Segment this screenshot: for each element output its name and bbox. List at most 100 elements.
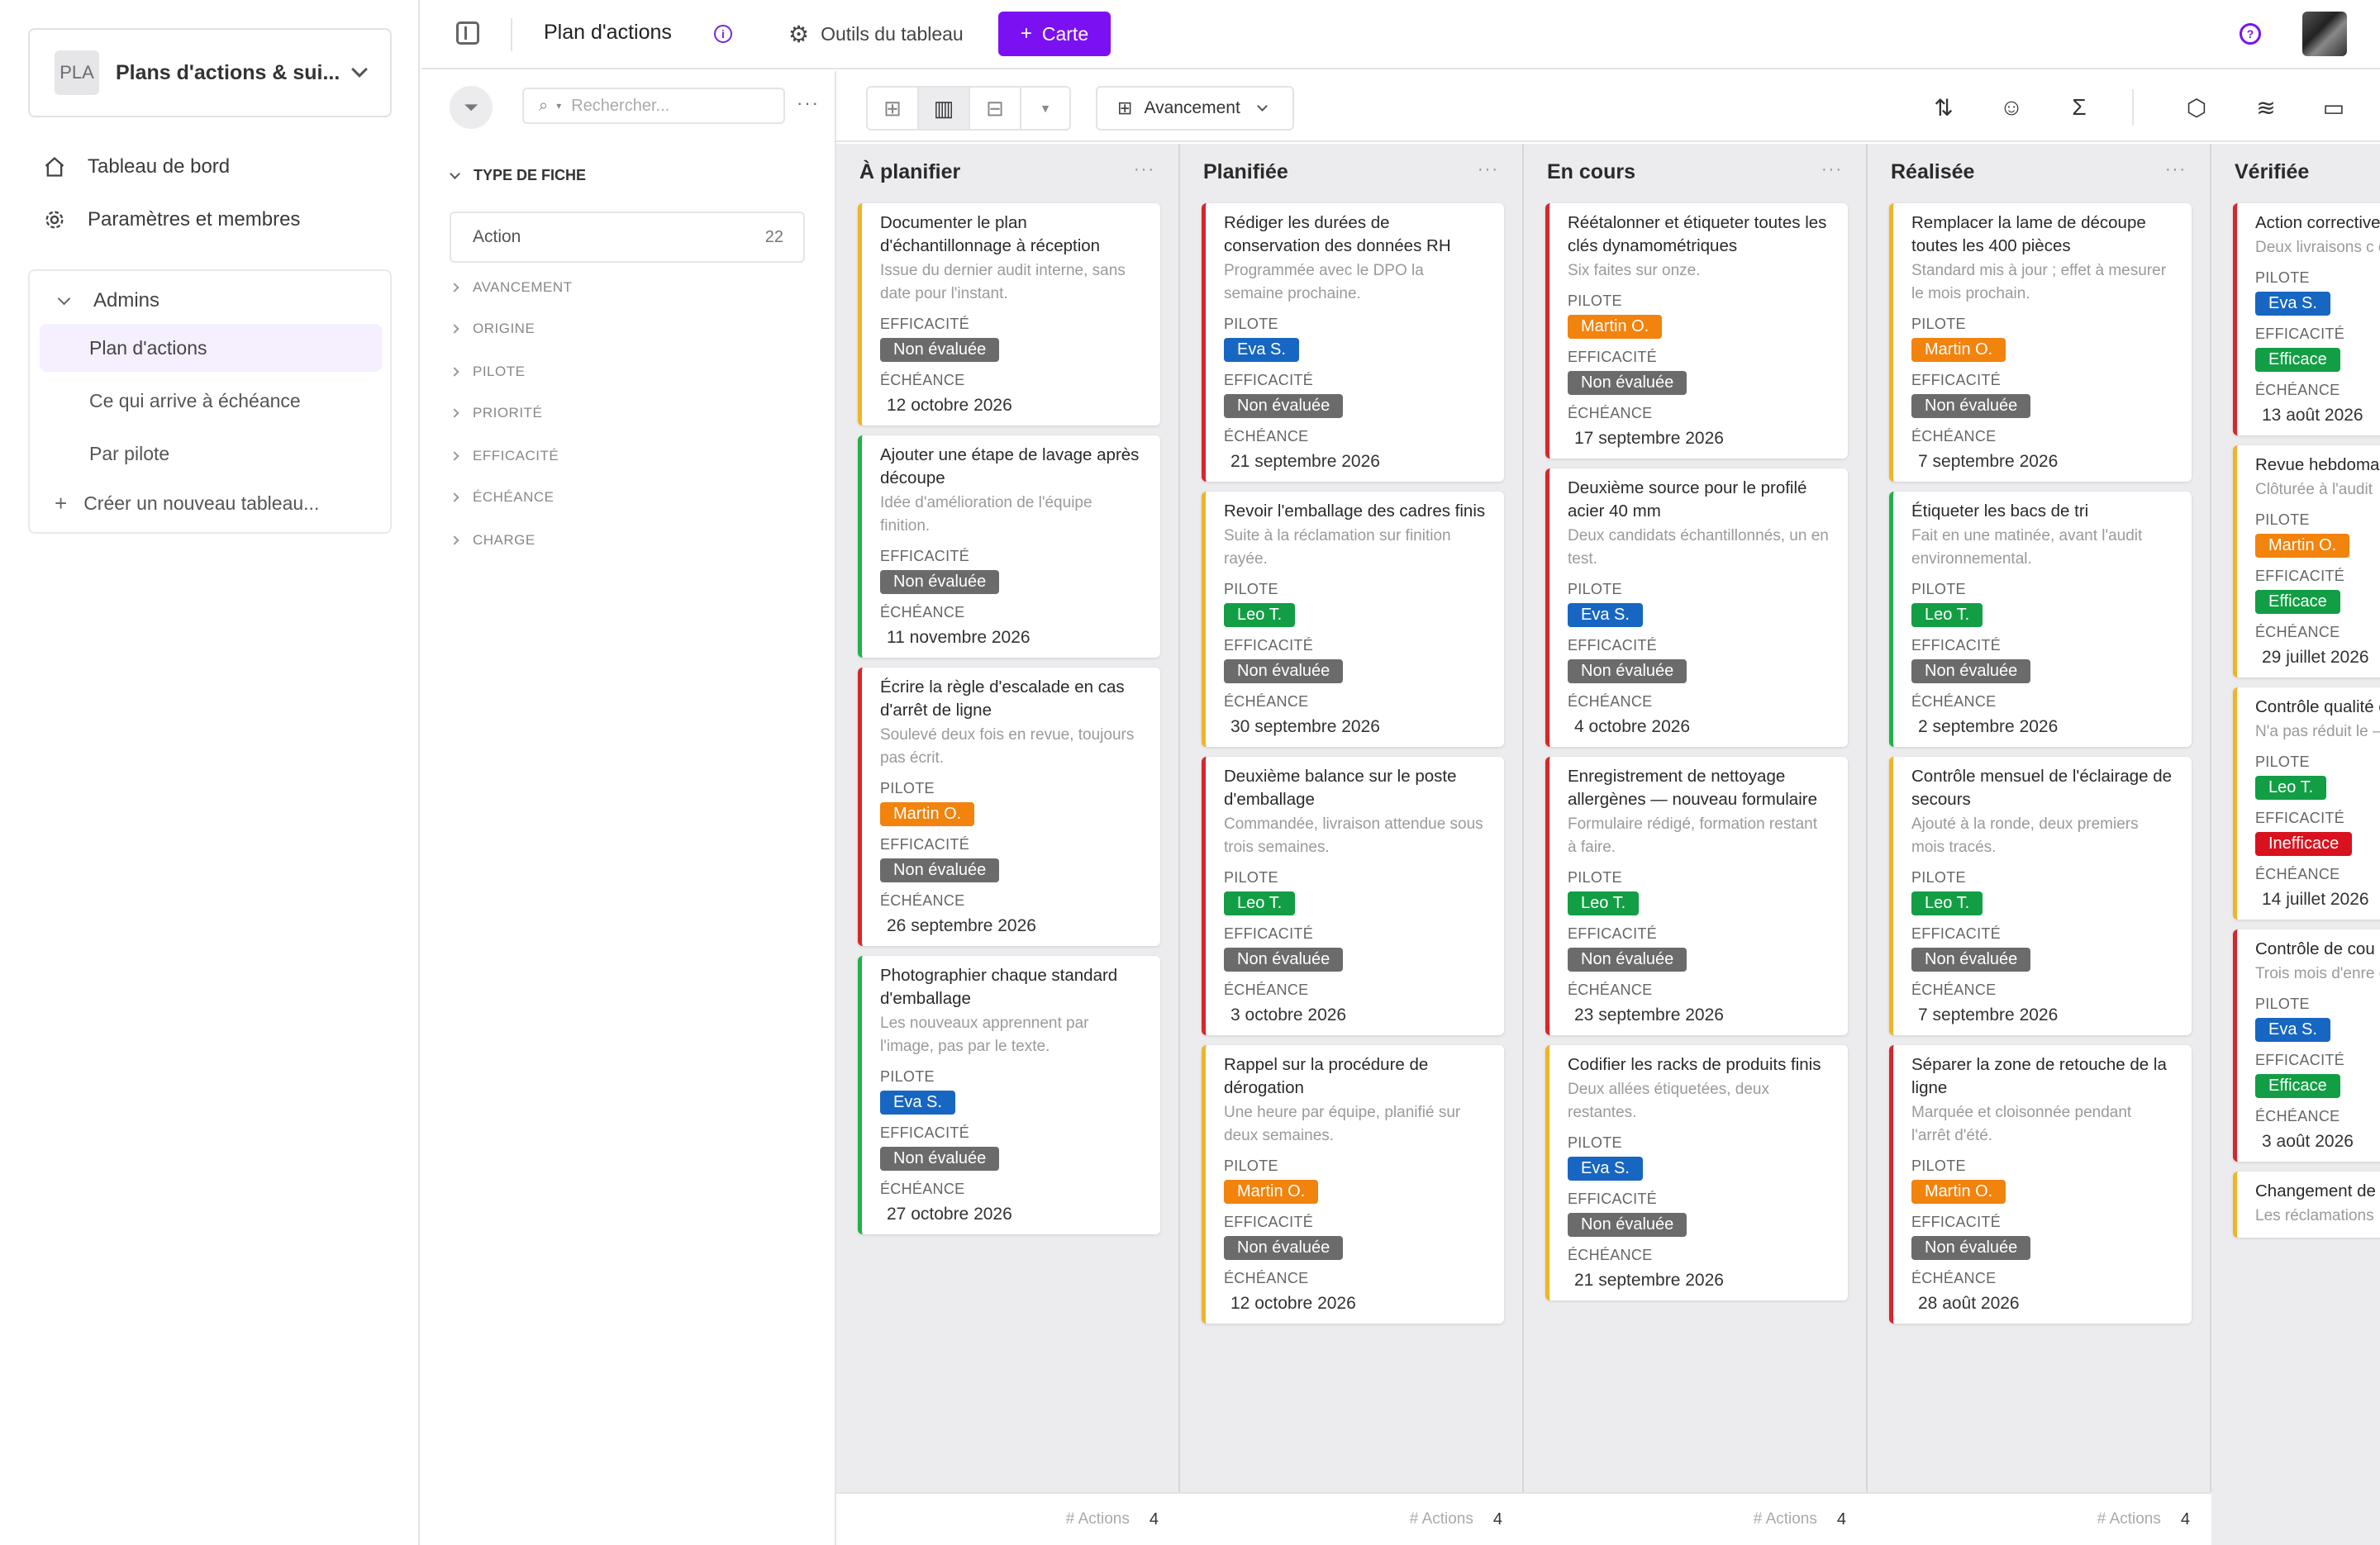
layers-icon[interactable]: ≋ — [2251, 93, 2281, 122]
kanban-card[interactable]: Contrôle qualité en finition N'a pas rédu… — [2233, 687, 2380, 920]
pilot-badge: Eva S. — [1224, 338, 1299, 362]
facet-pilote[interactable]: PILOTE — [450, 364, 525, 380]
due-date: 2 septembre 2026 — [1918, 717, 2059, 736]
field-label-pilote: PILOTE — [1568, 581, 1622, 597]
package-icon[interactable]: ⬡ — [2182, 93, 2211, 122]
status-badge: Non évaluée — [1911, 659, 2031, 683]
kanban-column: En cours ··· Réétalonner et étiqueter tout… — [1524, 144, 1868, 1545]
field-label-pilote: PILOTE — [1224, 581, 1278, 597]
kanban-card[interactable]: Deuxième balance sur le poste d'emballag… — [1202, 757, 1504, 1035]
kanban-card[interactable]: Réétalonner et étiqueter toutes les clés… — [1545, 203, 1848, 459]
more-icon[interactable]: ··· — [1134, 160, 1155, 179]
column-cards: Réétalonner et étiqueter toutes les clés… — [1545, 203, 1848, 1310]
kanban-card[interactable]: Photographier chaque standard d'emballag… — [858, 956, 1160, 1234]
card-description: Formulaire rédigé, formation restant à f… — [1568, 815, 1818, 856]
field-label-echeance: ÉCHÉANCE — [2255, 382, 2340, 398]
help-icon[interactable]: ? — [2240, 23, 2261, 45]
pilot-badge: Leo T. — [2255, 776, 2327, 800]
sum-icon[interactable]: Σ — [2064, 93, 2094, 122]
board-tools-button[interactable]: ⚙ Outils du tableau — [788, 21, 964, 48]
board-tools-label: Outils du tableau — [821, 23, 964, 45]
field-label-pilote: PILOTE — [1568, 1134, 1622, 1151]
kanban-card[interactable]: Écrire la règle d'escalade en cas d'arrê… — [858, 668, 1160, 946]
avatar[interactable] — [2302, 12, 2347, 56]
facet-charge[interactable]: CHARGE — [450, 532, 536, 549]
facet-value-action[interactable]: Action 22 — [450, 212, 805, 263]
kanban-card[interactable]: Codifier les racks de produits finis Deux… — [1545, 1045, 1848, 1300]
kanban-card[interactable]: Documenter le plan d'échantillonnage à r… — [858, 203, 1160, 425]
kanban-card[interactable]: Remplacer la lame de découpe toutes les … — [1889, 203, 2192, 482]
chevron-down-icon[interactable]: ▼ — [1021, 88, 1069, 129]
facet-echeance[interactable]: ÉCHÉANCE — [450, 489, 554, 506]
kanban-column: Planifiée ··· Rédiger les durées de conser… — [1180, 144, 1524, 1545]
kanban-card[interactable]: Changement de le film d'emballa Les récla… — [2233, 1172, 2380, 1238]
group-header[interactable]: Admins — [57, 289, 159, 312]
card-description: Deux livraisons c efficace. — [2255, 239, 2380, 256]
pilot-badge: Leo T. — [1911, 603, 1983, 627]
column-cards: Documenter le plan d'échantillonnage à r… — [858, 203, 1160, 1244]
status-badge: Non évaluée — [1568, 1213, 1687, 1237]
more-icon[interactable]: ··· — [2165, 160, 2187, 179]
kanban-card[interactable]: Rappel sur la procédure de dérogation Une… — [1202, 1045, 1504, 1324]
nav-dashboard[interactable]: Tableau de bord — [43, 155, 230, 178]
field-label-pilote: PILOTE — [1568, 869, 1622, 886]
kanban-card[interactable]: Séparer la zone de retouche de la ligne M… — [1889, 1045, 2192, 1324]
field-label-echeance: ÉCHÉANCE — [1568, 693, 1653, 710]
field-label-efficacite: EFFICACITÉ — [1568, 1191, 1658, 1207]
info-icon[interactable]: i — [714, 25, 732, 43]
kanban-card[interactable]: Rédiger les durées de conservation des d… — [1202, 203, 1504, 482]
board-link-plan-actions[interactable]: Plan d'actions — [40, 324, 382, 372]
kanban-card[interactable]: Contrôle de cou chaque prise de Trois moi… — [2233, 929, 2380, 1162]
group-by-select[interactable]: ⊞ Avancement — [1096, 86, 1294, 131]
add-card-button[interactable]: + Carte — [998, 12, 1111, 56]
card-title: Contrôle qualité en finition — [2255, 697, 2380, 716]
kanban-card[interactable]: Contrôle mensuel de l'éclairage de secou… — [1889, 757, 2192, 1035]
search-input[interactable]: ⌕ ▾ Rechercher... — [522, 88, 785, 124]
card-description: Les réclamations — [2255, 1207, 2374, 1224]
field-label-echeance: ÉCHÉANCE — [1911, 693, 1997, 710]
sort-icon[interactable]: ⇅ — [1929, 93, 1959, 122]
workspace-switcher[interactable]: PLA Plans d'actions & sui... — [28, 28, 392, 117]
sidebar-toggle-icon[interactable] — [456, 21, 479, 45]
facet-efficacite[interactable]: EFFICACITÉ — [450, 448, 559, 464]
kanban-view-icon[interactable]: ▥ — [919, 88, 970, 129]
table-view-icon[interactable]: ⊟ — [970, 88, 1021, 129]
footer-label: # Actions — [1753, 1510, 1817, 1528]
more-icon[interactable]: ··· — [1478, 160, 1499, 179]
more-icon[interactable]: ··· — [797, 93, 820, 114]
card-title: Rappel sur la procédure de dérogation — [1224, 1055, 1429, 1097]
filter-icon[interactable]: ⏷ — [450, 86, 493, 129]
board-link-par-pilote[interactable]: Par pilote — [40, 430, 382, 478]
page-title: Plan d'actions — [544, 21, 672, 44]
status-badge: Non évaluée — [1224, 659, 1344, 683]
kanban-card[interactable]: Revoir l'emballage des cadres finis Suite… — [1202, 492, 1504, 747]
monitor-icon[interactable]: ▭ — [2319, 93, 2349, 122]
facet-origine[interactable]: ORIGINE — [450, 321, 535, 337]
facet-priorite[interactable]: PRIORITÉ — [450, 405, 542, 421]
facet-type[interactable]: TYPE DE FICHE — [450, 167, 586, 184]
pilot-badge: Leo T. — [1568, 891, 1640, 915]
grid-view-icon[interactable]: ⊞ — [868, 88, 919, 129]
gear-icon: ⚙ — [788, 21, 810, 47]
nav-settings[interactable]: Paramètres et membres — [43, 208, 300, 231]
field-label-efficacite: EFFICACITÉ — [1568, 349, 1658, 365]
field-label-pilote: PILOTE — [2255, 996, 2310, 1012]
kanban-card[interactable]: Enregistrement de nettoyage allergènes —… — [1545, 757, 1848, 1035]
due-date: 3 octobre 2026 — [1230, 1005, 1347, 1024]
board-link-echeance[interactable]: Ce qui arrive à échéance — [40, 377, 382, 425]
more-icon[interactable]: ··· — [1821, 160, 1843, 179]
column-footer: # Actions 4 — [1524, 1492, 1868, 1545]
status-badge: Non évaluée — [880, 858, 1000, 882]
kanban-card[interactable]: Revue hebdoma nuisibles Clôturée à l'audi… — [2233, 445, 2380, 677]
kanban-card[interactable]: Action corrective la dureté des bo Deux l… — [2233, 203, 2380, 435]
status-badge: Non évaluée — [1568, 371, 1687, 395]
create-board-button[interactable]: + Créer un nouveau tableau... — [55, 491, 319, 516]
create-board-label: Créer un nouveau tableau... — [83, 492, 320, 514]
facet-avancement[interactable]: AVANCEMENT — [450, 279, 573, 296]
kanban-card[interactable]: Deuxième source pour le profilé acier 40… — [1545, 468, 1848, 747]
color-icon[interactable]: ☺ — [1997, 93, 2026, 122]
kanban-card[interactable]: Étiqueter les bacs de tri Fait en une mat… — [1889, 492, 2192, 747]
card-description: Marquée et cloisonnée pendant l'arrêt d'… — [1911, 1104, 2132, 1144]
kanban-card[interactable]: Ajouter une étape de lavage après découp… — [858, 435, 1160, 658]
status-badge: Inefficace — [2255, 832, 2353, 856]
